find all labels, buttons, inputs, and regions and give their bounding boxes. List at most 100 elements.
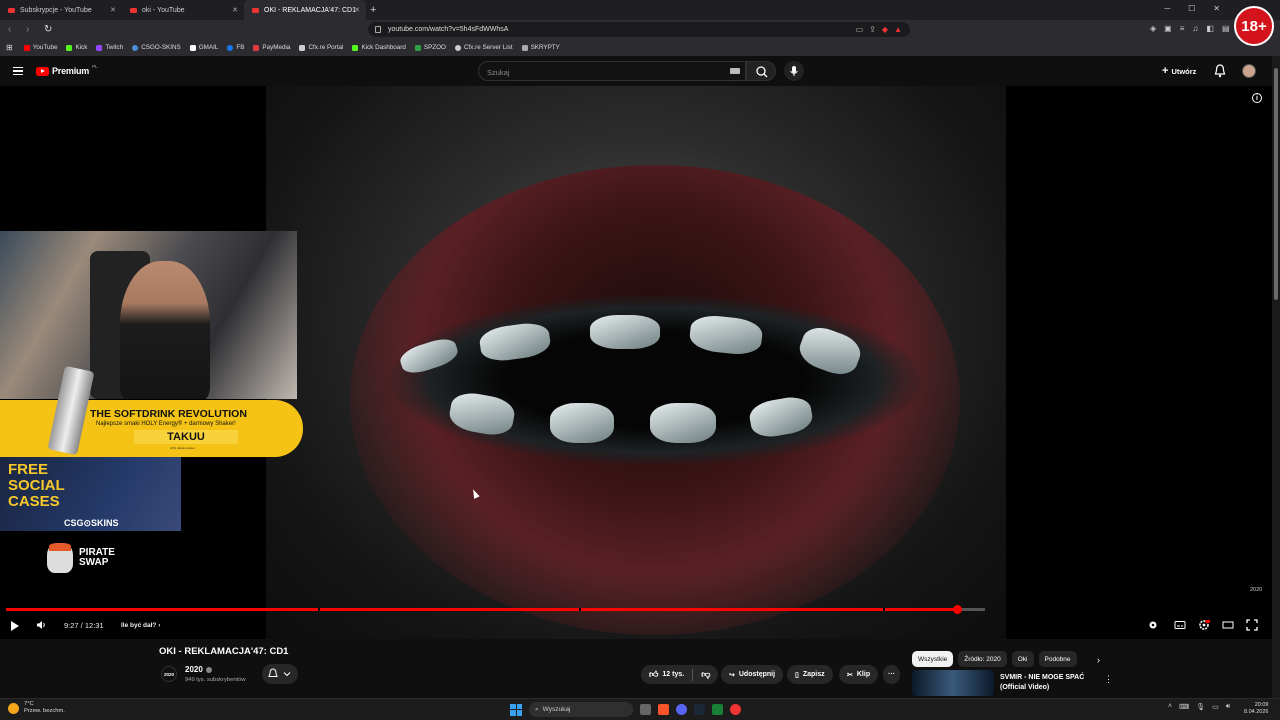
apps-icon[interactable]: ⊞: [6, 43, 13, 52]
bookmark-csgo-skins[interactable]: CSGO-SKINS: [132, 44, 181, 51]
like-button[interactable]: 👍︎ 12 tys. 👎︎: [641, 665, 719, 684]
bookmark-gmail[interactable]: GMAIL: [189, 44, 218, 51]
menu-icon[interactable]: [13, 67, 23, 75]
steam-icon[interactable]: [694, 704, 705, 715]
autoplay-toggle-icon[interactable]: [1147, 619, 1159, 631]
bookmark-youtube[interactable]: YouTube: [23, 44, 57, 51]
save-button[interactable]: ▯ Zapisz: [787, 665, 833, 684]
excel-icon[interactable]: [712, 704, 723, 715]
volume-icon[interactable]: [36, 620, 46, 630]
pirate-swap-text: PIRATE SWAP: [79, 547, 115, 568]
info-icon[interactable]: i: [1252, 93, 1262, 103]
close-tab-icon[interactable]: ✕: [232, 6, 238, 14]
recommended-video-title[interactable]: SVMIR - NIE MOGE SPAĆ (Official Video): [1000, 673, 1090, 693]
share-icon[interactable]: ⇪: [869, 25, 876, 34]
minimize-icon[interactable]: ─: [1164, 4, 1170, 13]
wallet-icon[interactable]: ▣: [1164, 24, 1172, 33]
channel-watermark[interactable]: 2020: [1250, 587, 1262, 593]
chapter-title: Ile być dał?: [121, 622, 157, 629]
channel-name[interactable]: 2020: [185, 665, 212, 674]
notifications-bell-icon[interactable]: [1214, 64, 1226, 78]
bookmark-kick[interactable]: Kick: [66, 44, 87, 51]
search-input[interactable]: Szukaj: [478, 61, 746, 81]
voice-search-button[interactable]: [784, 61, 804, 81]
more-actions-button[interactable]: ···: [883, 665, 900, 684]
recommended-video-thumbnail[interactable]: [912, 670, 994, 696]
recommended-more-icon[interactable]: ⋮: [1104, 674, 1113, 685]
play-icon[interactable]: [11, 621, 19, 631]
bookmark-cfx-server-list[interactable]: Cfx.re Server List: [454, 44, 513, 51]
reload-icon[interactable]: ↻: [44, 24, 54, 35]
site-info-icon[interactable]: [375, 26, 381, 33]
channel-avatar[interactable]: 2020: [161, 666, 177, 682]
media-icon[interactable]: ♫: [1192, 24, 1198, 33]
network-icon[interactable]: ▭: [1212, 703, 1219, 711]
youtube-logo[interactable]: Premium PL: [36, 64, 98, 76]
bookmark-kick-dashboard[interactable]: Kick Dashboard: [352, 44, 406, 51]
chip-source[interactable]: Źródło: 2020: [958, 651, 1007, 667]
brave-browser-icon[interactable]: [658, 704, 669, 715]
vpn-icon[interactable]: ▤: [1222, 24, 1230, 33]
screen-share-icon[interactable]: ▭: [856, 25, 864, 34]
taskbar-clock[interactable]: 20:09 8.04.2026: [1244, 702, 1268, 716]
search-icon: [756, 66, 768, 78]
close-window-icon[interactable]: ✕: [1213, 4, 1220, 13]
sidebar-icon[interactable]: ◧: [1206, 24, 1214, 33]
subtitles-icon[interactable]: [1174, 619, 1186, 631]
theater-mode-icon[interactable]: [1222, 619, 1234, 631]
page-scrollbar[interactable]: [1272, 56, 1280, 698]
chapter-button[interactable]: Ile być dał? ›: [121, 622, 160, 629]
chevron-up-icon[interactable]: ˄: [1168, 703, 1172, 711]
browser-tab[interactable]: oki - YouTube ✕: [122, 0, 244, 20]
extension-icon[interactable]: ◈: [1150, 24, 1156, 33]
volume-icon[interactable]: 🔊︎: [1226, 703, 1230, 711]
clip-button[interactable]: ✂ Klip: [839, 665, 879, 684]
chevron-right-icon[interactable]: ›: [1097, 655, 1100, 665]
bookmark-spzoo[interactable]: SPZOO: [414, 44, 446, 51]
progress-bar[interactable]: [6, 605, 985, 614]
task-view-icon[interactable]: [640, 704, 651, 715]
create-button[interactable]: + Utwórz: [1158, 62, 1200, 80]
maximize-icon[interactable]: ☐: [1188, 4, 1195, 13]
taskbar-search[interactable]: ⌕ Wyszukaj: [529, 702, 633, 717]
close-tab-icon[interactable]: ✕: [354, 6, 360, 14]
address-bar[interactable]: youtube.com/watch?v=5h4sFdWWhsA ▭ ⇪ ◆ ▲: [368, 22, 910, 37]
windows-start-icon[interactable]: [510, 703, 522, 716]
save-label: Zapisz: [802, 671, 825, 678]
scrubber-handle[interactable]: [953, 605, 963, 614]
bookmark-paymedia[interactable]: PayMedia: [253, 44, 290, 51]
fullscreen-icon[interactable]: [1246, 619, 1258, 631]
bookmark-cfx-portal[interactable]: Cfx.re Portal: [299, 44, 343, 51]
chip-all[interactable]: Wszystkie: [912, 651, 954, 667]
chip-oki[interactable]: Oki: [1011, 651, 1034, 667]
subscription-bell-button[interactable]: [262, 664, 298, 684]
bookmark-fb[interactable]: FB: [227, 44, 244, 51]
chip-similar[interactable]: Podobne: [1038, 651, 1077, 667]
bookmark-skrypty[interactable]: SKRYPTY: [521, 44, 560, 51]
brave-shield-icon[interactable]: ◆: [882, 25, 888, 34]
settings-gear-icon[interactable]: [1198, 619, 1210, 631]
discord-icon[interactable]: [676, 704, 687, 715]
share-button[interactable]: ↪ Udostępnij: [721, 665, 784, 684]
weather-widget[interactable]: 7°C Przew. bezchm.: [8, 701, 65, 715]
new-tab-button[interactable]: +: [370, 4, 376, 16]
close-tab-icon[interactable]: ✕: [110, 6, 116, 14]
keyboard-icon[interactable]: [730, 68, 740, 74]
thumbs-down-icon[interactable]: 👎︎: [701, 669, 710, 680]
forward-icon[interactable]: ›: [26, 24, 36, 35]
search-button[interactable]: [746, 61, 776, 81]
mic-icon[interactable]: 🎙︎: [1196, 703, 1205, 711]
brave-rewards-icon[interactable]: ▲: [894, 25, 902, 34]
account-avatar[interactable]: [1242, 64, 1256, 78]
chapter-marker: [318, 608, 321, 611]
video-frame[interactable]: [266, 86, 1006, 639]
back-icon[interactable]: ‹: [8, 24, 18, 35]
scrollbar-thumb[interactable]: [1273, 68, 1278, 300]
browser-tab-active[interactable]: OKI - REKLAMACJA'47: CD1 ✕: [244, 0, 366, 20]
bookmark-twitch[interactable]: Twitch: [96, 44, 123, 51]
tooth-shape: [794, 321, 866, 381]
keyboard-icon[interactable]: ⌨: [1179, 703, 1189, 711]
browser-tab[interactable]: Subskrypcje - YouTube ✕: [0, 0, 122, 20]
app-icon[interactable]: [730, 704, 741, 715]
menu-icon[interactable]: ≡: [1180, 24, 1185, 33]
